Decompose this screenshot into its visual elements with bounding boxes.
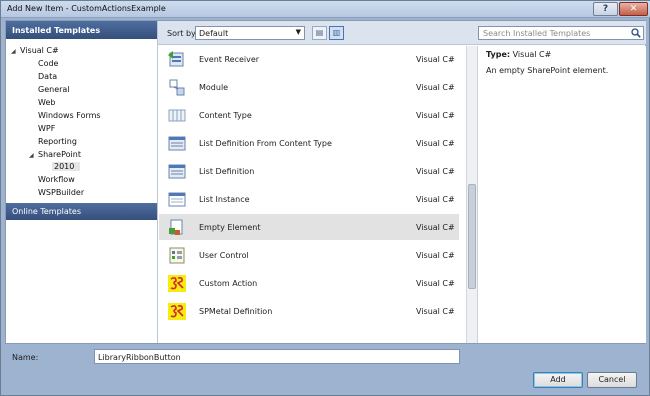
content-type-icon <box>168 109 186 122</box>
list-instance-icon <box>168 192 186 207</box>
tree-workflow[interactable]: Workflow <box>38 175 75 184</box>
add-new-item-dialog: Add New Item - CustomActionsExample ? ✕ … <box>0 0 650 396</box>
list-definition-icon <box>168 136 186 151</box>
template-toolbar: Sort by: Default ▼ ▤ ▥ Search Installed … <box>158 21 646 45</box>
name-label: Name: <box>12 353 39 362</box>
template-language: Visual C# <box>416 55 455 64</box>
template-name: Content Type <box>199 111 252 120</box>
sort-by-select[interactable]: Default ▼ <box>195 26 305 40</box>
expand-arrow-icon[interactable]: ◢ <box>29 152 34 159</box>
detail-type-label: Type: <box>486 50 511 59</box>
add-button[interactable]: Add <box>533 372 583 388</box>
user-control-icon <box>169 247 185 264</box>
template-name: List Instance <box>199 195 250 204</box>
help-button[interactable]: ? <box>593 2 618 16</box>
template-row-selected[interactable]: Empty Element Visual C# <box>159 214 459 240</box>
template-row[interactable]: List Definition Visual C# <box>159 158 459 184</box>
template-list: Event Receiver Visual C# Module Visual C… <box>159 46 459 343</box>
template-name: Module <box>199 83 229 92</box>
sort-by-label: Sort by: <box>167 29 198 38</box>
template-name: SPMetal Definition <box>199 307 273 316</box>
template-language: Visual C# <box>416 307 455 316</box>
title-bar: Add New Item - CustomActionsExample ? ✕ <box>1 1 650 18</box>
template-name: List Definition From Content Type <box>199 139 332 148</box>
detail-type-value: Visual C# <box>512 50 552 59</box>
list-view-icon[interactable]: ▤ <box>312 26 327 40</box>
detail-type-line: Type: Visual C# <box>486 50 551 59</box>
installed-templates-header[interactable]: Installed Templates <box>6 21 157 39</box>
template-tree-panel: Installed Templates ◢ Visual C# Code Dat… <box>6 21 158 343</box>
close-button[interactable]: ✕ <box>619 2 648 16</box>
template-row[interactable]: Module Visual C# <box>159 74 459 100</box>
scrollbar-thumb[interactable] <box>468 184 476 289</box>
tree-windows-forms[interactable]: Windows Forms <box>38 111 101 120</box>
template-row[interactable]: Content Type Visual C# <box>159 102 459 128</box>
list-scrollbar[interactable] <box>466 46 477 343</box>
template-language: Visual C# <box>416 139 455 148</box>
tree-general[interactable]: General <box>38 85 70 94</box>
template-language: Visual C# <box>416 167 455 176</box>
name-field[interactable]: LibraryRibbonButton <box>94 349 460 364</box>
tree-code[interactable]: Code <box>38 59 58 68</box>
custom-template-icon <box>168 275 186 292</box>
template-language: Visual C# <box>416 111 455 120</box>
list-definition-icon <box>168 164 186 179</box>
tree-sharepoint[interactable]: SharePoint <box>38 150 81 159</box>
template-name: User Control <box>199 251 249 260</box>
event-receiver-icon <box>168 51 184 67</box>
template-name: Event Receiver <box>199 55 260 64</box>
window-title: Add New Item - CustomActionsExample <box>7 4 166 13</box>
template-name: Empty Element <box>199 223 261 232</box>
module-icon <box>169 79 185 96</box>
dialog-content: Installed Templates ◢ Visual C# Code Dat… <box>5 20 646 344</box>
template-row[interactable]: Custom Action Visual C# <box>159 270 459 296</box>
expand-arrow-icon[interactable]: ◢ <box>11 48 16 55</box>
sort-by-value: Default <box>199 29 229 38</box>
tree-wspbuilder[interactable]: WSPBuilder <box>38 188 84 197</box>
template-language: Visual C# <box>416 83 455 92</box>
cancel-button[interactable]: Cancel <box>587 372 637 388</box>
template-language: Visual C# <box>416 223 455 232</box>
template-row[interactable]: List Definition From Content Type Visual… <box>159 130 459 156</box>
tree-2010[interactable]: 2010 <box>52 162 81 171</box>
template-row[interactable]: User Control Visual C# <box>159 242 459 268</box>
template-row[interactable]: List Instance Visual C# <box>159 186 459 212</box>
template-language: Visual C# <box>416 195 455 204</box>
template-row[interactable]: Event Receiver Visual C# <box>159 46 459 72</box>
template-language: Visual C# <box>416 279 455 288</box>
template-name: Custom Action <box>199 279 258 288</box>
chevron-down-icon: ▼ <box>295 28 301 36</box>
tree-data[interactable]: Data <box>38 72 57 81</box>
template-name: List Definition <box>199 167 255 176</box>
search-input[interactable]: Search Installed Templates <box>478 26 644 40</box>
search-icon[interactable] <box>631 28 641 38</box>
custom-template-icon <box>168 303 186 320</box>
template-language: Visual C# <box>416 251 455 260</box>
empty-element-icon <box>169 219 183 235</box>
online-templates-header[interactable]: Online Templates <box>6 203 157 220</box>
detail-description: An empty SharePoint element. <box>486 66 609 75</box>
template-row[interactable]: SPMetal Definition Visual C# <box>159 298 459 324</box>
tree-wpf[interactable]: WPF <box>38 124 55 133</box>
tree-web[interactable]: Web <box>38 98 55 107</box>
tree-visual-csharp[interactable]: Visual C# <box>20 46 59 55</box>
detail-view-icon[interactable]: ▥ <box>329 26 344 40</box>
tree-reporting[interactable]: Reporting <box>38 137 77 146</box>
template-detail-pane: Type: Visual C# An empty SharePoint elem… <box>477 46 646 343</box>
search-placeholder: Search Installed Templates <box>483 29 591 38</box>
